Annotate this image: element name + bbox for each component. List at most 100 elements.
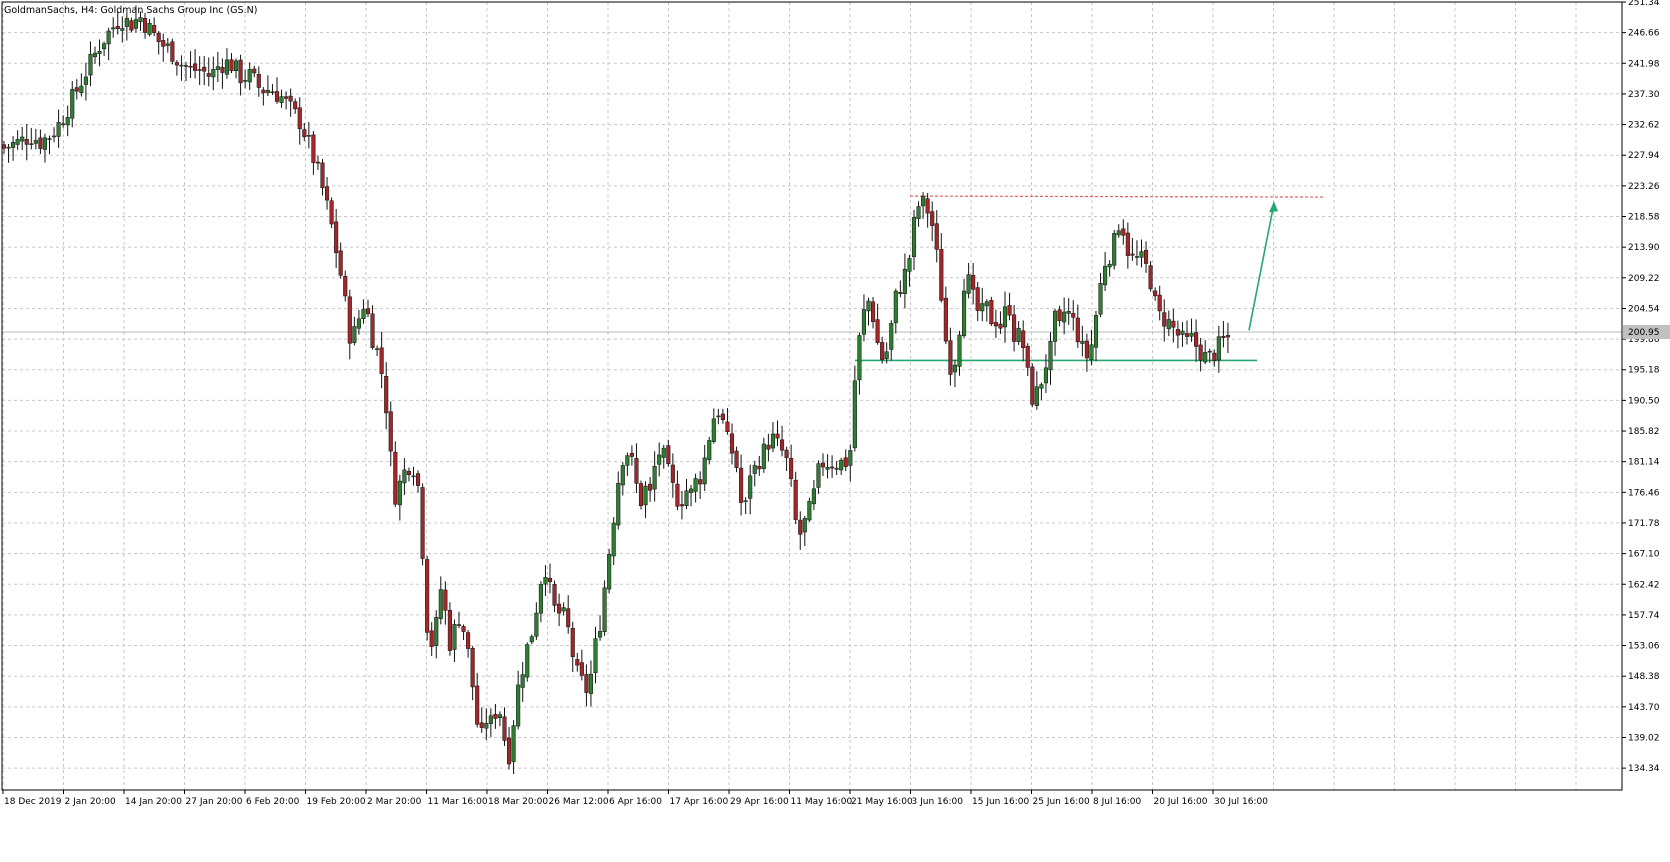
candle-body-bear (552, 584, 557, 606)
candle-body-bear (1175, 329, 1180, 336)
candle-body-bear (261, 89, 266, 94)
candle-body-bull (1062, 311, 1067, 323)
candle-body-bear (197, 69, 202, 71)
candle-body-bull (602, 587, 607, 632)
candle-body-bull (538, 584, 543, 614)
candle-body-bear (1075, 317, 1080, 343)
candle-body-bear (1007, 305, 1012, 316)
candle-body-bear (898, 292, 903, 294)
candle-body-bull (83, 76, 88, 85)
candle-body-bull (452, 624, 457, 650)
candle-body-bear (575, 659, 580, 666)
candle-body-bear (229, 59, 234, 72)
candle-body-bull (825, 466, 830, 470)
candle-body-bull (611, 522, 616, 557)
x-tick-label: 19 Feb 20:00 (307, 797, 366, 807)
current-price-label: 200.95 (1628, 328, 1660, 338)
candle-body-bull (1103, 265, 1108, 286)
candle-body-bull (124, 17, 129, 27)
candle-body-bull (234, 60, 239, 71)
candle-body-bull (1098, 283, 1103, 315)
candle-body-bull (748, 475, 753, 499)
candle-body-bear (971, 275, 976, 290)
y-tick-label: 223.26 (1628, 182, 1660, 192)
candle-body-bull (211, 69, 216, 78)
candle-body-bull (438, 589, 443, 619)
candle-body-bear (302, 129, 307, 138)
candle-body-bear (152, 25, 157, 33)
candle-body-bull (516, 684, 521, 727)
candle-body-bull (525, 644, 530, 678)
x-tick-label: 27 Jan 20:00 (186, 797, 243, 807)
x-tick-label: 17 Apr 16:00 (670, 797, 729, 807)
candle-body-bull (1134, 256, 1140, 258)
candle-body-bear (1021, 330, 1026, 348)
candle-body-bull (165, 43, 170, 46)
resistance-line (909, 195, 1326, 198)
candle-body-bear (880, 342, 885, 360)
candle-body-bear (1025, 345, 1030, 368)
candle-body-bear (443, 589, 448, 611)
candle-body-bear (1184, 333, 1190, 337)
candle-body-bull (434, 617, 439, 646)
candle-body-bear (74, 87, 79, 92)
candle-body-bear (416, 473, 421, 486)
candle-body-bull (911, 217, 917, 258)
candle-body-bull (711, 418, 716, 442)
candle-body-bull (707, 440, 712, 461)
x-tick-label: 14 Jan 20:00 (125, 797, 182, 807)
candle-body-bull (56, 122, 61, 137)
candle-body-bear (315, 161, 320, 164)
candle-body-bear (238, 59, 243, 84)
candle-body-bear (1198, 344, 1203, 361)
target-arrow-line (1248, 203, 1275, 331)
candle-body-bear (143, 18, 148, 33)
candle-body-bull (857, 335, 862, 381)
candle-body-bull (247, 69, 252, 83)
candle-body-bull (852, 380, 857, 449)
candle-body-bear (379, 347, 384, 374)
candle-body-bull (224, 59, 229, 75)
x-tick-label: 18 Dec 2019 (4, 797, 62, 807)
x-tick-label: 6 Feb 20:00 (246, 797, 300, 807)
candle-body-bull (816, 463, 821, 488)
candle-body-bull (29, 143, 34, 145)
candle-body-bear (798, 519, 803, 535)
candle-body-bear (370, 313, 375, 348)
candle-body-bull (1034, 386, 1039, 406)
x-tick-label: 6 Apr 16:00 (609, 797, 662, 807)
candle-body-bear (129, 20, 134, 31)
candle-body-bear (270, 91, 275, 93)
x-tick-label: 30 Jul 16:00 (1214, 797, 1268, 807)
candle-body-bull (588, 673, 594, 694)
y-tick-label: 181.14 (1628, 458, 1660, 468)
candle-body-bull (6, 146, 11, 149)
candlestick-chart-svg[interactable]: 251.34 246.66 241.98 237.30 232.62 227.94 223.… (0, 0, 1670, 858)
y-tick-label: 251.34 (1628, 0, 1660, 8)
candle-body-bull (11, 142, 16, 148)
candle-body-bull (866, 300, 871, 312)
candle-body-bear (1171, 320, 1176, 328)
candle-body-bull (352, 326, 357, 343)
target-arrow-head (1269, 201, 1278, 213)
candle-body-bear (507, 737, 512, 765)
candle-body-bull (607, 554, 612, 590)
candle-body-bear (466, 632, 471, 649)
candle-body-bear (648, 483, 653, 491)
candle-body-bull (306, 135, 311, 137)
candle-body-bull (625, 455, 630, 466)
candle-body-bull (88, 53, 93, 76)
candle-body-bear (206, 73, 211, 77)
candle-body-bull (907, 258, 912, 272)
candle-body-bear (793, 479, 798, 520)
chart-area[interactable]: 251.34 246.66 241.98 237.30 232.62 227.94 223.… (0, 0, 1670, 858)
y-tick-label: 227.94 (1628, 151, 1660, 161)
candle-body-bear (1212, 352, 1217, 362)
y-tick-label: 185.82 (1628, 427, 1660, 437)
y-tick-label: 171.78 (1628, 519, 1660, 529)
candle-body-bear (479, 722, 484, 728)
candle-body-bull (980, 303, 985, 312)
candle-body-bull (138, 17, 143, 23)
candle-body-bear (566, 608, 571, 628)
candle-body-bear (584, 674, 589, 693)
